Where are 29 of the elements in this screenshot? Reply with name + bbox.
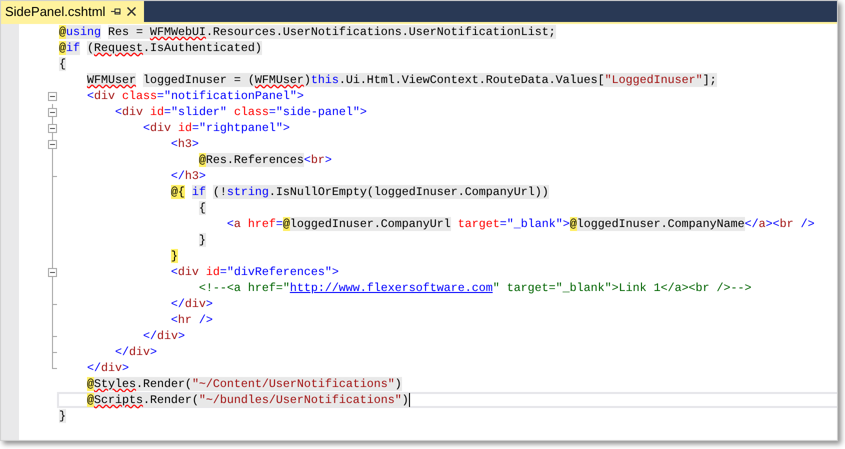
- code-line: <h3>: [170, 137, 199, 151]
- fold-toggle[interactable]: [48, 124, 57, 133]
- code-line: </h3>: [170, 169, 206, 183]
- code-line: <!--<a href="http://www.flexersoftware.com" target="_blank">Link 1</a><br />-->: [198, 281, 752, 295]
- code-line: @if (Request.IsAuthenticated): [59, 41, 262, 55]
- code-line: </div>: [86, 361, 129, 375]
- code-line: <a href=@loggedInuser.CompanyUrl target="_blank">@loggedInuser.CompanyName</a><br />: [226, 217, 815, 231]
- code-line: </div>: [114, 345, 157, 359]
- fold-toggle[interactable]: [48, 92, 57, 101]
- close-icon[interactable]: [127, 7, 136, 16]
- code-line: <div class="notificationPanel">: [86, 89, 304, 103]
- code-line: <div id="slider" class="side-panel">: [114, 105, 367, 119]
- code-line: @Res.References<br>: [198, 153, 332, 167]
- file-tab[interactable]: SidePanel.cshtml: [1, 1, 144, 22]
- fold-toggle[interactable]: [48, 140, 57, 149]
- code-line: <div id="rightpanel">: [142, 121, 290, 135]
- text-cursor: [408, 393, 410, 407]
- code-line: @Scripts.Render("~/bundles/UserNotifications"): [86, 393, 409, 407]
- code-line: @using Res = WFMWebUI.Resources.UserNotifications.UserNotificationList;: [59, 25, 556, 39]
- code-line: <div id="divReferences">: [170, 265, 339, 279]
- code-line: </div>: [142, 329, 185, 343]
- pin-icon[interactable]: [111, 7, 122, 16]
- code-line: <hr />: [170, 313, 213, 327]
- code-line: WFMUser loggedInuser = (WFMUser)this.Ui.Html.ViewContext.RouteData.Values["LoggedInuser"];: [86, 73, 717, 87]
- code-line: @{ if (!string.IsNullOrEmpty(loggedInuser.CompanyUrl)): [170, 185, 549, 199]
- fold-toggle[interactable]: [48, 108, 57, 117]
- code-line: @Styles.Render("~/Content/UserNotifications"): [86, 377, 402, 391]
- fold-toggle[interactable]: [48, 268, 57, 277]
- code-line: </div>: [170, 297, 213, 311]
